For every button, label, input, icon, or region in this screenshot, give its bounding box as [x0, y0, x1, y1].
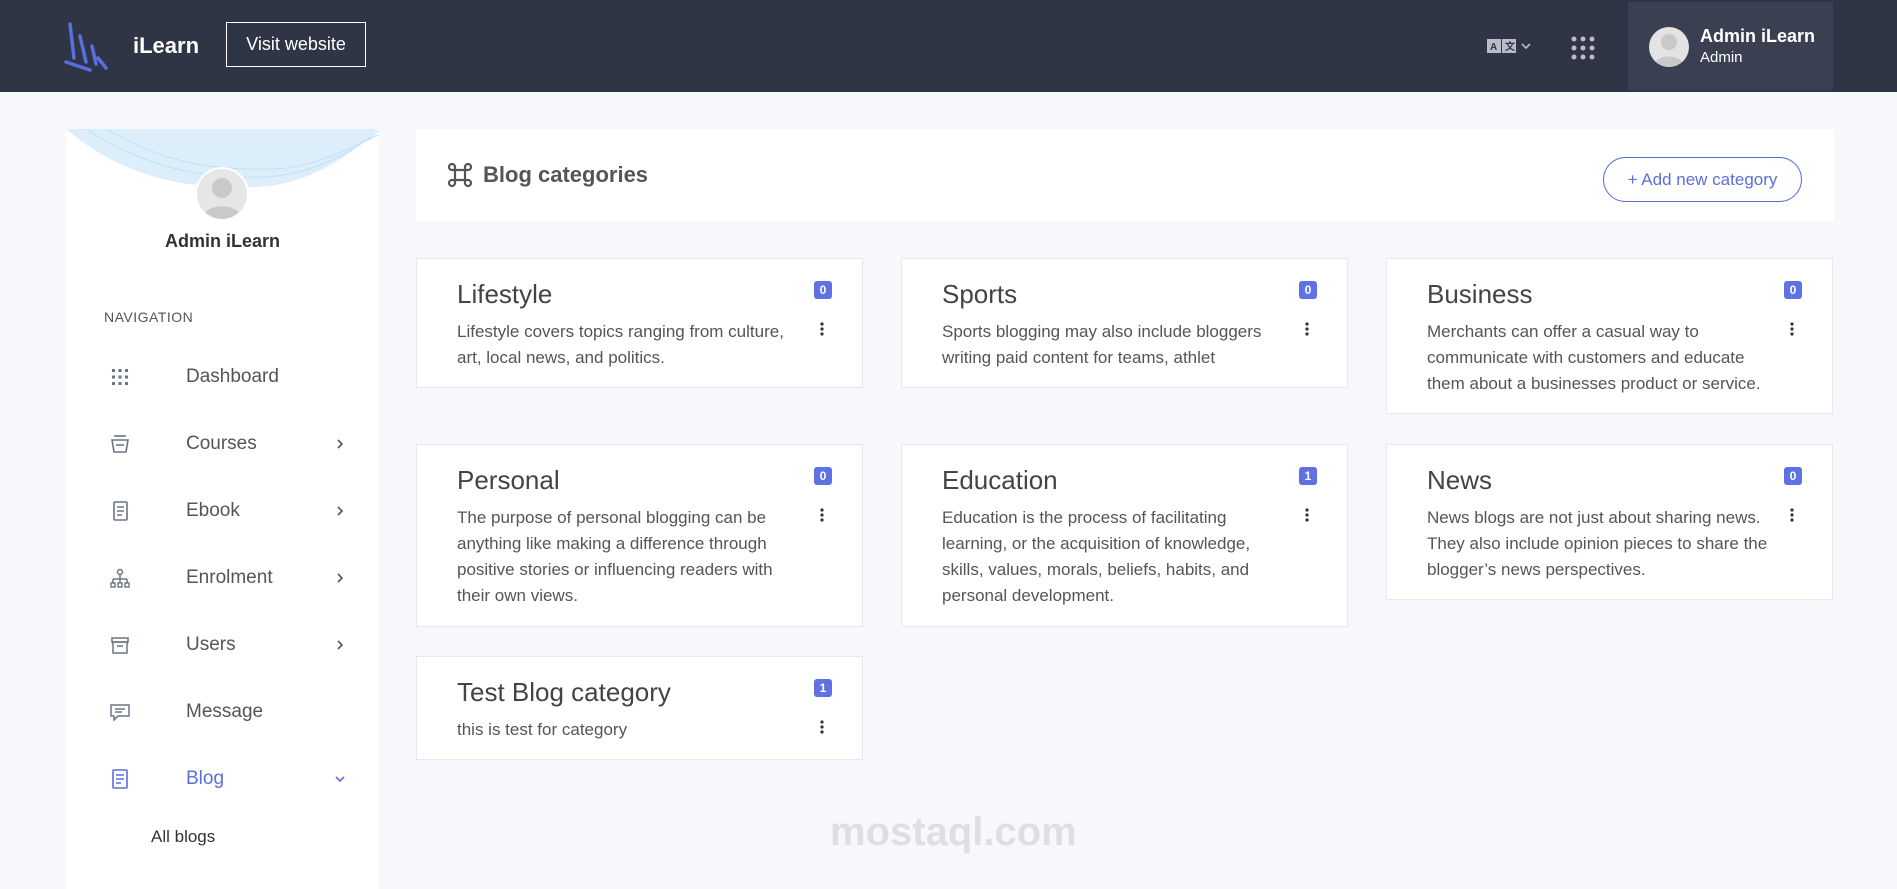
sidebar-item-label: Dashboard — [186, 366, 279, 387]
category-card: Personal 0 The purpose of personal blogg… — [416, 444, 863, 627]
book-icon — [113, 501, 128, 521]
post-count-badge: 0 — [814, 467, 832, 485]
more-options-icon[interactable] — [819, 507, 825, 523]
sidebar-item-enrolment[interactable]: Enrolment — [104, 558, 344, 598]
sidebar-item-label: Users — [186, 634, 236, 655]
chevron-right-icon — [337, 573, 344, 583]
category-card: Sports 0 Sports blogging may also includ… — [901, 258, 1348, 388]
category-description: Merchants can offer a casual way to comm… — [1427, 322, 1761, 393]
apps-grid-icon[interactable] — [1571, 36, 1595, 60]
page-title: Blog categories — [483, 162, 649, 187]
sidebar-avatar — [195, 167, 249, 221]
category-description: Education is the process of facilitating… — [942, 508, 1251, 605]
sidebar-item-users[interactable]: Users — [104, 625, 344, 665]
add-category-button[interactable]: + Add new category — [1603, 157, 1802, 202]
more-options-icon[interactable] — [1304, 321, 1310, 337]
post-count-badge: 1 — [1299, 467, 1317, 485]
sidebar-item-label: Ebook — [186, 500, 240, 521]
category-title[interactable]: News — [1427, 465, 1492, 496]
sidebar-subitem-all-blogs[interactable]: All blogs — [151, 827, 215, 847]
category-title[interactable]: Education — [942, 465, 1058, 496]
more-options-icon[interactable] — [1304, 507, 1310, 523]
post-count-badge: 0 — [1784, 281, 1802, 299]
chevron-right-icon — [337, 640, 344, 650]
sidebar-item-blog[interactable]: Blog — [104, 759, 345, 799]
sidebar-item-label: Blog — [186, 768, 225, 789]
sidebar-item-ebook[interactable]: Ebook — [104, 491, 344, 531]
more-options-icon[interactable] — [819, 321, 825, 337]
svg-text:文: 文 — [1505, 40, 1516, 53]
archive-icon — [111, 637, 129, 654]
visit-website-button[interactable]: Visit website — [226, 22, 366, 67]
message-icon — [110, 704, 130, 722]
category-title[interactable]: Lifestyle — [457, 279, 552, 310]
category-title[interactable]: Sports — [942, 279, 1017, 310]
category-card: News 0 News blogs are not just about sha… — [1386, 444, 1833, 600]
category-card: Lifestyle 0 Lifestyle covers topics rang… — [416, 258, 863, 388]
grid-icon — [112, 369, 128, 385]
translate-icon: A 文 — [1487, 39, 1516, 53]
post-count-badge: 0 — [1784, 467, 1802, 485]
chevron-right-icon — [337, 439, 344, 449]
more-options-icon[interactable] — [819, 719, 825, 735]
category-description: News blogs are not just about sharing ne… — [1427, 508, 1768, 579]
document-icon — [112, 769, 128, 789]
nav-section-label: NAVIGATION — [104, 309, 194, 325]
post-count-badge: 0 — [814, 281, 832, 299]
category-title[interactable]: Business — [1427, 279, 1533, 310]
hierarchy-icon — [110, 568, 130, 588]
watermark: mostaql.com — [830, 750, 1077, 860]
category-title[interactable]: Personal — [457, 465, 560, 496]
language-switcher[interactable]: A 文 — [1487, 36, 1537, 56]
more-options-icon[interactable] — [1789, 321, 1795, 337]
category-description: this is test for category — [457, 720, 628, 739]
watermark-text: mostaql.com — [830, 810, 1077, 854]
post-count-badge: 1 — [814, 679, 832, 697]
category-description: The purpose of personal blogging can be … — [457, 508, 773, 605]
chevron-right-icon — [337, 506, 344, 516]
sidebar-user-name: Admin iLearn — [164, 231, 280, 251]
sidebar-item-label: Message — [186, 701, 264, 722]
top-navbar: iLearn Visit website A 文 Admin iLearn Ad… — [0, 0, 1897, 92]
courses-icon — [111, 435, 129, 453]
user-silhouette-icon — [202, 178, 242, 219]
category-card: Education 1 Education is the process of … — [901, 444, 1348, 627]
category-card: Test Blog category 1 this is test for ca… — [416, 656, 863, 760]
sidebar-item-dashboard[interactable]: Dashboard — [104, 357, 344, 397]
ilearn-logo-icon[interactable] — [64, 22, 110, 72]
user-name: Admin iLearn — [1700, 26, 1816, 46]
sidebar-item-message[interactable]: Message — [104, 692, 344, 732]
user-role: Admin — [1700, 49, 1743, 66]
more-options-icon[interactable] — [1789, 507, 1795, 523]
chevron-down-icon — [335, 776, 345, 783]
svg-text:A: A — [1490, 42, 1497, 53]
chevron-down-icon — [1521, 43, 1531, 50]
category-card: Business 0 Merchants can offer a casual … — [1386, 258, 1833, 414]
sidebar-item-label: Courses — [186, 433, 257, 454]
sidebar-item-courses[interactable]: Courses — [104, 424, 344, 464]
category-title[interactable]: Test Blog category — [457, 677, 671, 708]
user-silhouette-icon — [1653, 34, 1685, 67]
page-header-card: Blog categories + Add new category — [416, 129, 1834, 221]
brand-name[interactable]: iLearn — [133, 33, 199, 59]
category-description: Lifestyle covers topics ranging from cul… — [457, 322, 784, 367]
post-count-badge: 0 — [1299, 281, 1317, 299]
category-description: Sports blogging may also include blogger… — [942, 322, 1262, 367]
user-menu[interactable]: Admin iLearn Admin — [1628, 2, 1833, 90]
avatar — [1649, 27, 1689, 67]
sidebar-item-label: Enrolment — [186, 567, 273, 588]
sidebar: Admin iLearn NAVIGATION Dashboard Course… — [66, 129, 379, 889]
command-icon — [447, 162, 473, 188]
